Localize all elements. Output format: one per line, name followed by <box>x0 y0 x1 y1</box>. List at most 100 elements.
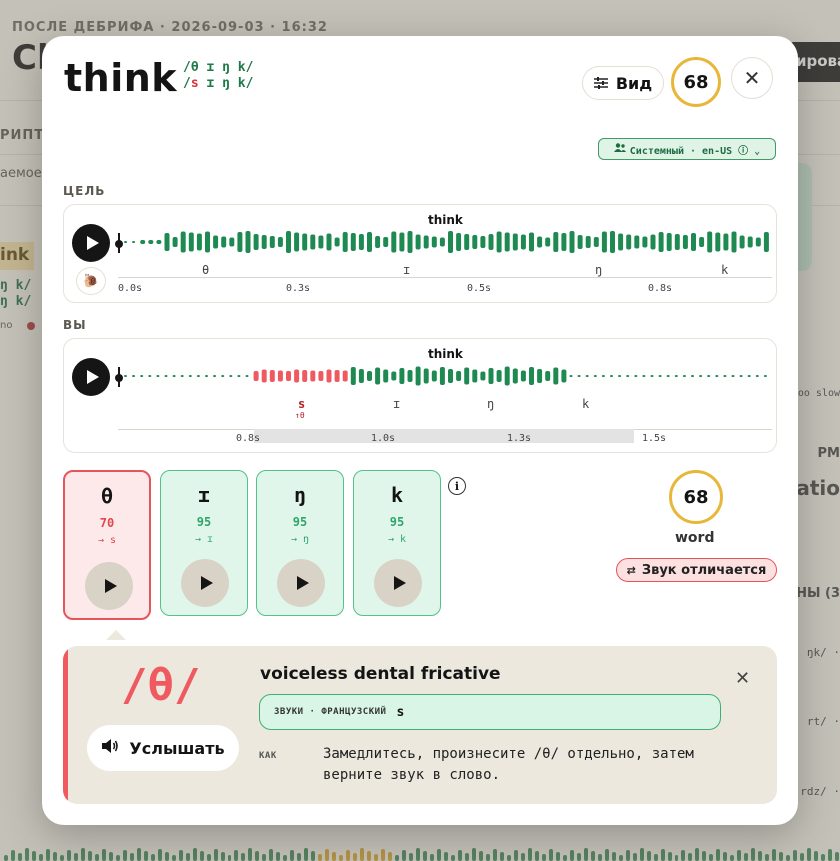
target-play-button[interactable] <box>72 224 110 262</box>
user-play-button[interactable] <box>72 358 110 396</box>
waveform-bar <box>302 233 308 251</box>
waveform-bar <box>172 375 176 377</box>
waveform-bar <box>739 375 743 377</box>
waveform-bar <box>132 375 136 377</box>
how-instructions: Замедлитесь, произнесите /θ/ отдельно, з… <box>323 746 694 783</box>
waveform-bar <box>642 236 648 248</box>
phoneme-heard: → ŋ <box>290 534 310 545</box>
waveform-bar <box>739 235 745 249</box>
waveform-bar <box>448 369 453 383</box>
waveform-bar <box>342 370 348 382</box>
waveform-bar <box>164 375 168 377</box>
target-section-label: ЦЕЛЬ <box>63 184 106 198</box>
waveform-bar <box>585 375 589 377</box>
phoneme-name: voiceless dental fricative <box>260 664 501 684</box>
waveform-bar <box>731 231 737 253</box>
waveform-bar <box>431 236 437 248</box>
waveform-bar <box>407 231 413 253</box>
phoneme-card-theta[interactable]: θ 70 → s <box>63 470 151 620</box>
play-icon <box>393 576 406 590</box>
waveform-bar <box>472 235 478 249</box>
waveform-bar <box>326 369 332 383</box>
waveform-bar <box>601 375 605 377</box>
waveform-bar <box>472 369 478 383</box>
voice-label: Системный · en-US ⓘ ⌄ <box>629 145 761 157</box>
waveform-bar <box>375 236 381 248</box>
waveform-bar <box>318 371 324 381</box>
waveform-bar <box>464 234 470 250</box>
phoneme-score: 70 <box>99 516 115 530</box>
waveform-bar <box>213 235 219 249</box>
waveform-bar <box>610 231 615 253</box>
voice-selector[interactable]: Системный · en-US ⓘ ⌄ <box>598 138 776 160</box>
hear-button[interactable]: Услышать <box>87 725 239 771</box>
error-stripe <box>63 646 68 804</box>
play-icon <box>86 236 99 250</box>
waveform-bar <box>124 375 127 377</box>
sound-differs-label: Звук отличается <box>641 562 767 578</box>
waveform-bar <box>707 375 711 377</box>
user-tick: 1.0s <box>371 433 396 444</box>
waveform-bar <box>229 237 235 247</box>
waveform-bar <box>496 370 502 382</box>
playhead[interactable] <box>115 233 123 253</box>
waveform-bar <box>172 237 178 247</box>
waveform-bar <box>237 232 243 252</box>
swap-icon: ⇄ <box>626 563 636 577</box>
speaker-icon <box>101 738 119 758</box>
waveform-bar <box>439 367 445 385</box>
view-label: Вид <box>615 73 653 93</box>
target-tick: 0.5s <box>467 283 492 294</box>
waveform-bar <box>577 375 581 377</box>
waveform-bar <box>350 367 356 385</box>
phoneme-detail-panel: /θ/ Услышать voiceless dental fricative … <box>63 646 777 804</box>
phoneme-card-i[interactable]: ɪ 95 → ɪ <box>160 470 248 616</box>
info-icon[interactable]: i <box>448 477 466 495</box>
waveform-bar <box>286 231 291 253</box>
playhead[interactable] <box>115 367 123 387</box>
detail-close-icon[interactable]: ✕ <box>735 668 750 689</box>
waveform-bar <box>367 371 372 381</box>
phoneme-play-button[interactable] <box>85 562 133 610</box>
view-button[interactable]: Вид <box>582 66 664 100</box>
waveform-bar <box>715 375 719 377</box>
target-waveform <box>124 231 769 253</box>
waveform-bar <box>537 369 543 383</box>
waveform-bar <box>253 371 259 381</box>
phoneme-play-button[interactable] <box>277 559 325 607</box>
phoneme-card-k[interactable]: k 95 → k <box>353 470 441 616</box>
close-button[interactable]: ✕ <box>731 57 773 99</box>
waveform-bar <box>415 234 421 250</box>
waveform-bar <box>496 231 502 253</box>
waveform-bar <box>488 368 494 384</box>
play-icon <box>104 579 117 593</box>
waveform-bar <box>261 235 267 249</box>
waveform-bar <box>180 231 186 253</box>
target-track-word: think <box>428 213 463 227</box>
target-axis <box>118 277 772 278</box>
waveform-bar <box>553 367 559 385</box>
waveform-bar <box>140 240 146 244</box>
waveform-bar <box>650 375 654 377</box>
user-phoneme: ɪ <box>393 397 401 411</box>
phoneme-card-ng[interactable]: ŋ 95 → ŋ <box>256 470 344 616</box>
waveform-bar <box>277 237 283 247</box>
phoneme-modal: think /θ ɪ ŋ k/ /s ɪ ŋ k/ Вид 68 ✕ Систе… <box>42 36 798 825</box>
waveform-bar <box>747 236 753 248</box>
waveform-bar <box>423 368 429 384</box>
target-phoneme: k <box>721 263 729 277</box>
sound-differs-badge[interactable]: ⇄ Звук отличается <box>616 558 777 582</box>
waveform-bar <box>221 375 225 377</box>
how-key: КАК <box>259 751 277 761</box>
phoneme-play-button[interactable] <box>374 559 422 607</box>
slow-playback-button[interactable]: 🐌 <box>76 267 106 295</box>
phoneme-score: 95 <box>389 515 405 529</box>
waveform-bar <box>350 233 356 251</box>
waveform-bar <box>723 233 729 251</box>
phoneme-play-button[interactable] <box>181 559 229 607</box>
detail-ipa: /θ/ <box>121 660 201 711</box>
waveform-bar <box>423 235 429 249</box>
similar-sounds-box: ЗВУКИ · ФРАНЦУЗСКИЙ s <box>259 694 721 730</box>
waveform-bar <box>358 234 364 250</box>
waveform-bar <box>383 237 389 247</box>
